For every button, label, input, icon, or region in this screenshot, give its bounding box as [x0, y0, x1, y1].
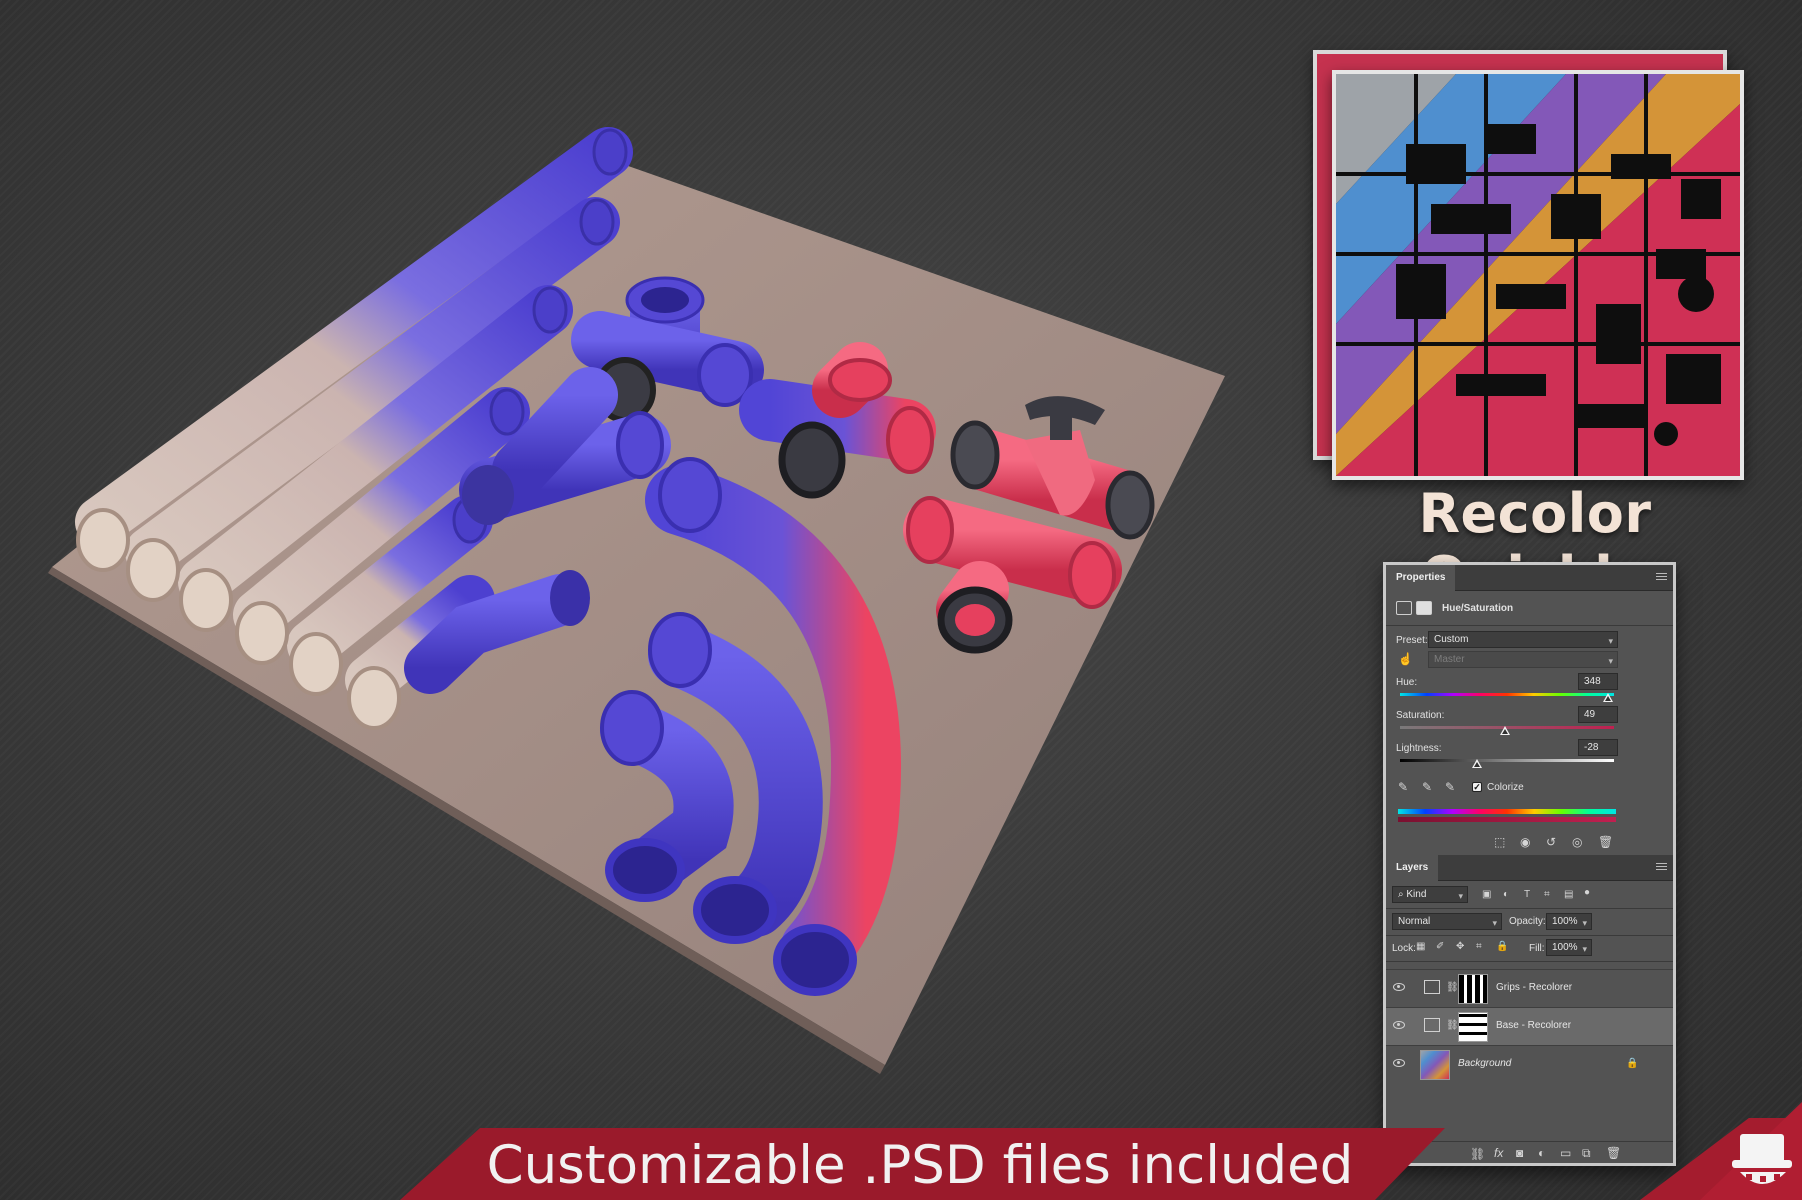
lightness-input[interactable]: -28	[1578, 739, 1618, 756]
saturation-input[interactable]: 49	[1578, 706, 1618, 723]
adjustment-layer-icon	[1424, 980, 1440, 994]
panel-menu-icon[interactable]	[1656, 573, 1667, 582]
eyedropper-icon[interactable]: ✎	[1398, 781, 1408, 793]
top-hat-logo-icon	[1700, 1102, 1802, 1200]
lock-label: Lock:	[1392, 943, 1416, 954]
filter-shape-icon[interactable]: ⌗	[1544, 889, 1550, 901]
lock-artboard-icon[interactable]: ⌗	[1476, 941, 1482, 953]
eye-icon[interactable]	[1393, 983, 1405, 991]
chevron-down-icon: ▾	[1608, 656, 1613, 666]
layer-name: Grips - Recolorer	[1496, 982, 1573, 993]
layer-row-grips[interactable]: ⛓ Grips - Recolorer	[1386, 969, 1673, 1007]
layer-mask-thumbnail[interactable]	[1458, 974, 1488, 1004]
trash-icon[interactable]: 🗑	[1598, 836, 1613, 848]
lightness-label: Lightness:	[1396, 743, 1442, 754]
filter-adjustment-icon[interactable]: ◐	[1503, 889, 1509, 901]
lock-icon[interactable]: 🔒	[1496, 941, 1508, 953]
layer-row-background[interactable]: Background 🔒	[1386, 1045, 1673, 1083]
lock-move-icon[interactable]: ✥	[1456, 941, 1464, 953]
eyedropper-plus-icon[interactable]: ✎	[1422, 781, 1432, 793]
link-icon[interactable]: ⛓	[1446, 982, 1459, 994]
lock-icon: 🔒	[1626, 1058, 1639, 1069]
channel-value: Master	[1434, 654, 1465, 665]
lock-transparent-icon[interactable]: ▦	[1416, 941, 1425, 953]
eye-icon[interactable]	[1393, 1021, 1405, 1029]
eye-icon[interactable]	[1393, 1059, 1405, 1067]
tab-layers[interactable]: Layers	[1386, 855, 1439, 881]
preset-select[interactable]: Custom ▾	[1428, 631, 1618, 648]
mask-icon[interactable]	[1416, 601, 1432, 615]
blend-mode-select[interactable]: Normal ▾	[1392, 913, 1502, 930]
lightness-slider-track[interactable]	[1400, 759, 1614, 762]
preset-label: Preset:	[1396, 635, 1428, 646]
panel-menu-icon[interactable]	[1656, 863, 1667, 872]
pipes-render	[48, 127, 1225, 1074]
opacity-input[interactable]: 100% ▾	[1546, 913, 1592, 930]
reset-icon[interactable]: ↺	[1546, 836, 1556, 848]
layers-tabbar: Layers	[1386, 855, 1673, 881]
filter-toggle-icon[interactable]: ●	[1584, 887, 1590, 899]
eyedropper-minus-icon[interactable]: ✎	[1445, 781, 1455, 793]
chevron-down-icon: ▾	[1608, 636, 1613, 646]
opacity-value: 100%	[1552, 916, 1578, 927]
hue-slider-track[interactable]	[1400, 693, 1614, 696]
chevron-down-icon: ▾	[1582, 918, 1587, 928]
hand-target-icon[interactable]: ☝	[1398, 653, 1413, 665]
texture-atlas-preview	[1332, 70, 1744, 480]
lightness-slider-thumb[interactable]	[1472, 759, 1483, 768]
chevron-down-icon: ▾	[1582, 944, 1587, 954]
banner-text: Customizable .PSD files included	[486, 1135, 1354, 1196]
colorize-label: Colorize	[1487, 782, 1524, 793]
tab-properties[interactable]: Properties	[1386, 565, 1456, 591]
layer-thumbnail[interactable]	[1420, 1050, 1450, 1080]
hue-input[interactable]: 348	[1578, 673, 1618, 690]
adjustment-title: Hue/Saturation	[1442, 603, 1514, 614]
channel-select[interactable]: Master ▾	[1428, 651, 1618, 668]
hue-label: Hue:	[1396, 677, 1418, 688]
layer-mask-thumbnail[interactable]	[1458, 1012, 1488, 1042]
colorize-checkbox[interactable]: ✓	[1472, 782, 1482, 792]
filter-pixel-icon[interactable]: ▣	[1482, 889, 1491, 901]
eye-icon[interactable]: ◎	[1572, 836, 1582, 848]
fill-label: Fill:	[1529, 943, 1545, 954]
chevron-down-icon: ▾	[1458, 891, 1463, 901]
filter-smart-icon[interactable]: ▤	[1564, 889, 1573, 901]
layer-filter-select[interactable]: ⌕ Kind ▾	[1392, 886, 1468, 903]
properties-footer: ⬚ ◉ ↺ ◎ 🗑	[1386, 831, 1673, 853]
photoshop-panel: Properties Hue/Saturation Preset: Custom…	[1383, 562, 1676, 1166]
layer-name: Background	[1458, 1058, 1512, 1069]
adjustment-header: Hue/Saturation	[1386, 597, 1673, 621]
filter-type-icon[interactable]: T	[1524, 889, 1530, 901]
layer-name: Base - Recolorer	[1496, 1020, 1572, 1031]
blend-mode-value: Normal	[1398, 916, 1431, 927]
lock-paint-icon[interactable]: ✐	[1436, 941, 1444, 953]
filter-value: Kind	[1406, 889, 1427, 900]
saturation-label: Saturation:	[1396, 710, 1445, 721]
saturation-slider-thumb[interactable]	[1499, 726, 1510, 735]
fill-input[interactable]: 100% ▾	[1546, 939, 1592, 956]
layer-row-base[interactable]: ⛓ Base - Recolorer	[1386, 1007, 1673, 1045]
preset-value: Custom	[1434, 634, 1469, 645]
adjustment-icon[interactable]	[1396, 601, 1412, 615]
source-color-bar	[1398, 809, 1616, 814]
properties-tabbar: Properties	[1386, 565, 1673, 591]
clip-icon[interactable]: ⬚	[1494, 836, 1505, 848]
opacity-label: Opacity:	[1509, 916, 1546, 927]
adjustment-layer-icon	[1424, 1018, 1440, 1032]
hue-slider-thumb[interactable]	[1602, 693, 1613, 702]
chevron-down-icon: ▾	[1492, 918, 1497, 928]
result-color-bar	[1398, 817, 1616, 822]
fill-value: 100%	[1552, 942, 1578, 953]
view-previous-icon[interactable]: ◉	[1520, 836, 1530, 848]
link-icon[interactable]: ⛓	[1446, 1020, 1459, 1032]
